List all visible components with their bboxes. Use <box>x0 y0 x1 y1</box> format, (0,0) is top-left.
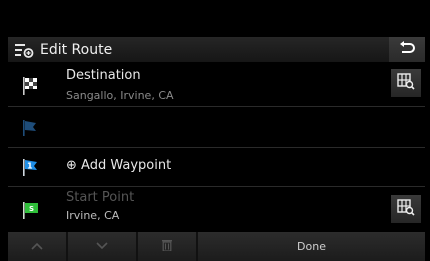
status-bar <box>0 0 430 37</box>
map-search-icon <box>397 198 415 220</box>
route-row-empty[interactable] <box>8 107 425 148</box>
dim-flag-icon <box>20 117 42 139</box>
move-up-button[interactable] <box>8 232 66 261</box>
map-search-icon <box>397 72 415 94</box>
checkered-flag-icon <box>20 74 42 96</box>
destination-map-button[interactable] <box>391 69 421 97</box>
back-button[interactable] <box>389 37 425 62</box>
trash-icon <box>162 239 172 254</box>
add-waypoint-label: ⊕ Add Waypoint <box>66 158 172 173</box>
edit-route-icon <box>14 41 36 59</box>
start-point-address: Irvine, CA <box>66 209 120 222</box>
route-row-destination[interactable]: Destination Sangallo, Irvine, CA <box>8 62 425 107</box>
destination-address: Sangallo, Irvine, CA <box>66 89 174 102</box>
add-waypoint-row[interactable]: 1 ⊕ Add Waypoint <box>8 148 425 187</box>
bottom-toolbar: Done <box>8 232 425 261</box>
done-label: Done <box>297 240 326 253</box>
page-title: Edit Route <box>40 41 113 58</box>
waypoint-flag-number: 1 <box>27 162 33 171</box>
chevron-up-icon <box>31 240 43 253</box>
back-arrow-icon <box>398 40 416 59</box>
waypoint-flag-1-icon: 1 <box>20 156 42 178</box>
destination-name: Destination <box>66 68 141 83</box>
done-button[interactable]: Done <box>198 232 425 261</box>
delete-button[interactable] <box>138 232 196 261</box>
chevron-down-icon <box>96 240 108 253</box>
start-map-button[interactable] <box>391 195 421 223</box>
start-flag-icon: S <box>20 199 42 221</box>
move-down-button[interactable] <box>68 232 136 261</box>
route-row-start[interactable]: S Start Point Irvine, CA <box>8 187 425 231</box>
header-bar: Edit Route <box>8 37 425 62</box>
start-flag-letter: S <box>29 205 34 213</box>
start-point-name: Start Point <box>66 190 135 205</box>
